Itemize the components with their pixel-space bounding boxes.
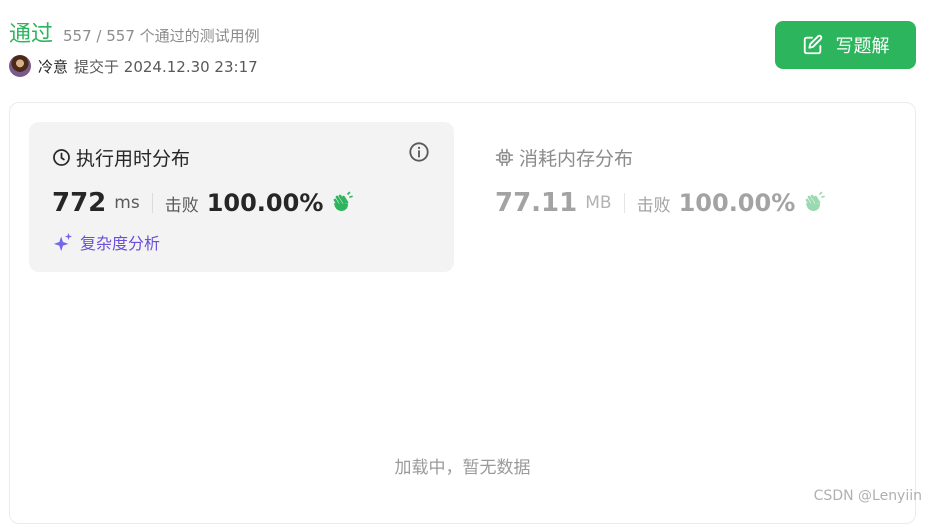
loading-message: 加载中，暂无数据 [394,458,531,478]
memory-metric: 77.11 MB 击败 100.00% [495,188,826,218]
divider [623,193,625,213]
memory-beats-label: 击败 [636,195,671,216]
memory-unit: MB [585,193,612,213]
memory-title-label: 消耗内存分布 [519,148,634,170]
sparkle-icon [53,232,73,252]
runtime-beats-label: 击败 [164,195,199,216]
divider [151,193,153,213]
write-solution-label: 写题解 [835,36,890,57]
runtime-title-label: 执行用时分布 [76,148,191,170]
complexity-analysis-link[interactable]: 复杂度分析 [52,230,160,254]
submitted-time: 提交于 2024.12.30 23:17 [74,57,258,76]
avatar[interactable] [9,55,31,77]
watermark: CSDN @Lenyiin [813,488,922,504]
chip-icon [495,148,514,167]
runtime-metric: 772 ms 击败 100.00% [52,188,354,218]
runtime-value: 772 [52,188,107,218]
complexity-analysis-label: 复杂度分析 [80,234,161,253]
submission-info: 冷意 提交于 2024.12.30 23:17 [9,55,258,77]
edit-icon [803,34,822,55]
runtime-title: 执行用时分布 [52,144,190,171]
clap-hands-icon [805,191,826,211]
memory-beats-percent: 100.00% [678,189,796,217]
status-accepted: 通过 [9,22,54,47]
memory-value: 77.11 [495,188,578,218]
memory-tab[interactable]: 消耗内存分布 [495,144,633,171]
clock-icon [53,149,70,166]
write-solution-button[interactable]: 写题解 [775,21,916,69]
clap-hands-icon [334,191,354,211]
runtime-unit: ms [114,193,140,213]
runtime-beats-percent: 100.00% [206,189,324,217]
submission-status: 通过 557 / 557 个通过的测试用例 [9,16,260,48]
result-card: 执行用时分布 772 ms 击败 100.00% 复杂度分析 消耗内存分布 77… [9,102,916,524]
runtime-panel[interactable]: 执行用时分布 772 ms 击败 100.00% 复杂度分析 [29,122,454,272]
username[interactable]: 冷意 [38,56,68,77]
info-icon[interactable] [408,141,430,167]
testcases-passed: 557 / 557 个通过的测试用例 [63,27,260,45]
